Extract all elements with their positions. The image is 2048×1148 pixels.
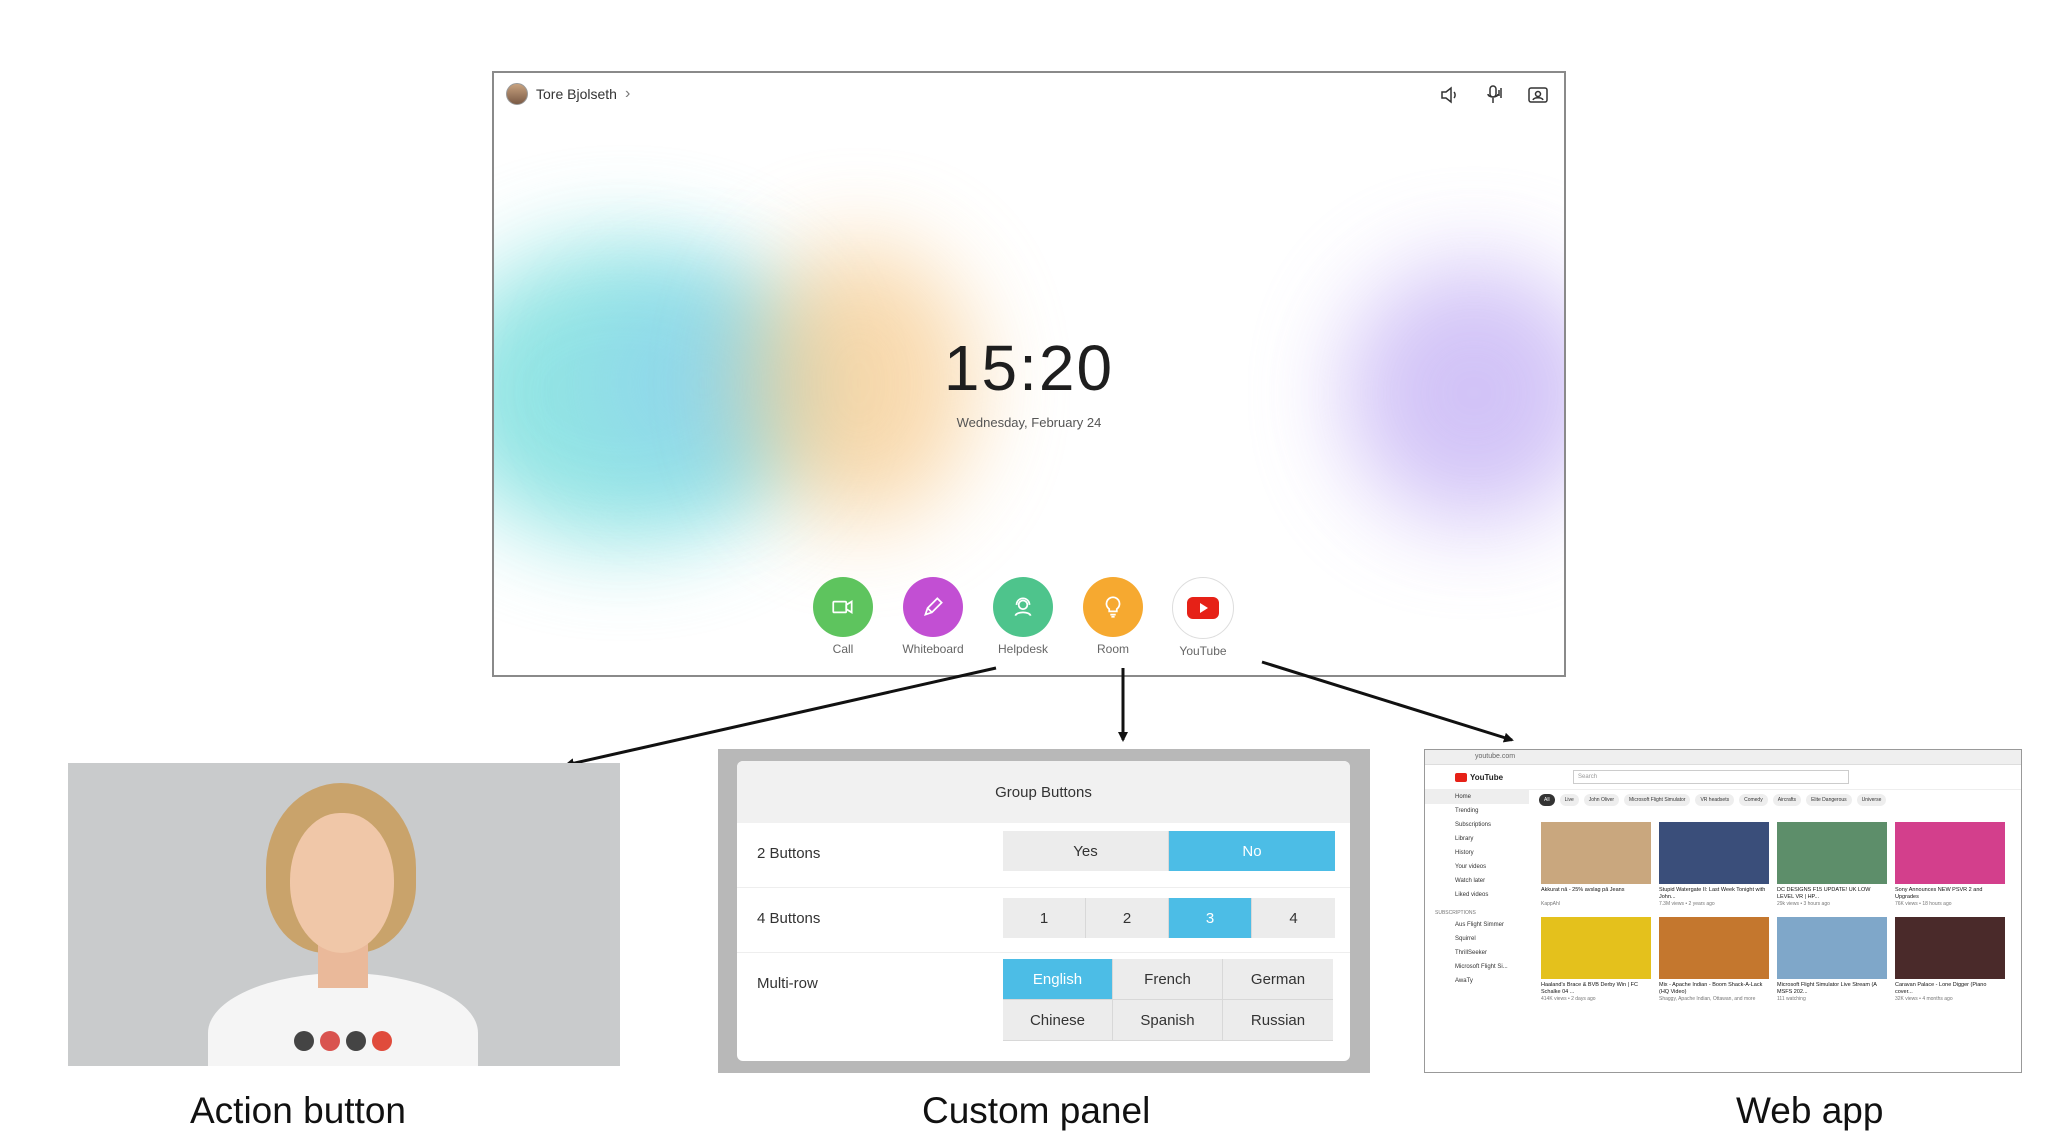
video-title[interactable]: DC DESIGNS F15 UPDATE! UK LOW LEVEL VR |… (1777, 887, 1887, 901)
video-title[interactable]: Akkurat nå - 25% avslag på Jeans (1541, 887, 1651, 901)
panel-row-multi-row: Multi-row English French German Chinese … (737, 955, 1350, 1061)
video-title[interactable]: Caravan Palace - Lone Digger (Piano cove… (1895, 982, 2005, 996)
video-card[interactable]: Haaland's Brace & BVB Derby Win | FC Sch… (1541, 917, 1651, 1002)
address-bar[interactable]: youtube.com (1425, 750, 2021, 765)
video-grid: Akkurat nå - 25% avslag på Jeans KappAhl S… (1541, 822, 2005, 1002)
subscription-item[interactable]: Aus Flight Simmer (1425, 918, 1529, 932)
button-spanish[interactable]: Spanish (1113, 1000, 1223, 1041)
row-label: 4 Buttons (757, 910, 821, 927)
video-meta: 111 watching (1777, 996, 1806, 1002)
chip[interactable]: VR headsets (1695, 794, 1735, 806)
video-thumbnail[interactable] (1659, 917, 1769, 979)
end-call-icon[interactable] (372, 1031, 392, 1051)
chip[interactable]: Aircrafts (1772, 794, 1802, 806)
youtube-sidebar: Home Trending Subscriptions Library Hist… (1425, 790, 1529, 1072)
row-label: Multi-row (757, 975, 818, 992)
panel-row-2-buttons: 2 Buttons Yes No (737, 823, 1350, 888)
button-1[interactable]: 1 (1003, 898, 1086, 938)
button-english[interactable]: English (1003, 959, 1113, 1000)
video-meta: Shaggy, Apache Indian, Ottawan, and more (1659, 996, 1756, 1002)
video-thumbnail[interactable] (1895, 917, 2005, 979)
video-thumbnail[interactable] (1777, 822, 1887, 884)
video-meta: 32K views • 4 months ago (1895, 996, 1953, 1002)
search-input[interactable]: Search (1573, 770, 1850, 784)
subscription-item[interactable]: Squirrel (1425, 932, 1529, 946)
volume-icon[interactable] (346, 1031, 366, 1051)
video-meta: 414K views • 2 days ago (1541, 996, 1596, 1002)
caption-custom-panel: Custom panel (922, 1090, 1151, 1131)
video-meta: 7.3M views • 2 years ago (1659, 901, 1715, 907)
person-face (290, 813, 394, 953)
video-thumbnail[interactable] (1777, 917, 1887, 979)
video-title[interactable]: Mix - Apache Indian - Boom Shack-A-Lack … (1659, 982, 1769, 996)
subscription-item[interactable]: ThrillSeeker (1425, 946, 1529, 960)
chip[interactable]: Microsoft Flight Simulator (1624, 794, 1691, 806)
video-meta: 76K views • 18 hours ago (1895, 901, 1952, 907)
arrow-to-web-app (1261, 660, 1514, 743)
caption-action-button: Action button (190, 1090, 406, 1131)
video-card[interactable]: Microsoft Flight Simulator Live Stream (… (1777, 917, 1887, 1002)
button-2[interactable]: 2 (1086, 898, 1169, 938)
chip[interactable]: Universe (1856, 794, 1887, 806)
caption-web-app: Web app (1736, 1090, 1884, 1131)
sidebar-item-your-videos[interactable]: Your videos (1425, 860, 1529, 874)
button-french[interactable]: French (1113, 959, 1223, 1000)
video-thumbnail[interactable] (1541, 822, 1651, 884)
video-title[interactable]: Microsoft Flight Simulator Live Stream (… (1777, 982, 1887, 996)
sidebar-item-trending[interactable]: Trending (1425, 804, 1529, 818)
video-thumbnail[interactable] (1659, 822, 1769, 884)
web-app-example: youtube.com YouTube Search Home Trending… (1424, 749, 2022, 1073)
sidebar-item-history[interactable]: History (1425, 846, 1529, 860)
video-title[interactable]: Sony Announces NEW PSVR 2 and Upgrades (1895, 887, 2005, 901)
panel-row-4-buttons: 4 Buttons 1 2 3 4 (737, 888, 1350, 953)
row-label: 2 Buttons (757, 845, 821, 862)
action-button-example (68, 763, 620, 1066)
video-card[interactable]: Sony Announces NEW PSVR 2 and Upgrades 76… (1895, 822, 2005, 907)
video-card[interactable]: Caravan Palace - Lone Digger (Piano cove… (1895, 917, 2005, 1002)
subscription-item[interactable]: Microsoft Flight Si... (1425, 960, 1529, 974)
call-controls (294, 1031, 392, 1051)
sidebar-item-watch-later[interactable]: Watch later (1425, 874, 1529, 888)
subscriptions-heading: SUBSCRIPTIONS (1435, 910, 1476, 916)
video-card[interactable]: Stupid Watergate II: Last Week Tonight w… (1659, 822, 1769, 907)
youtube-wordmark: YouTube (1470, 772, 1504, 782)
button-4[interactable]: 4 (1252, 898, 1335, 938)
video-thumbnail[interactable] (1895, 822, 2005, 884)
video-title[interactable]: Stupid Watergate II: Last Week Tonight w… (1659, 887, 1769, 901)
panel-title: Group Buttons (737, 761, 1350, 823)
button-yes[interactable]: Yes (1003, 831, 1169, 871)
sidebar-item-home[interactable]: Home (1425, 790, 1529, 804)
video-meta: 29k views • 3 hours ago (1777, 901, 1830, 907)
video-card[interactable]: DC DESIGNS F15 UPDATE! UK LOW LEVEL VR |… (1777, 822, 1887, 907)
video-meta: KappAhl (1541, 901, 1560, 907)
youtube-header: YouTube Search (1425, 765, 2021, 790)
filter-chips: All Live John Oliver Microsoft Flight Si… (1539, 794, 1887, 806)
youtube-logo-icon[interactable] (1455, 772, 1467, 782)
chip[interactable]: Comedy (1739, 794, 1768, 806)
button-no[interactable]: No (1169, 831, 1335, 871)
video-card[interactable]: Mix - Apache Indian - Boom Shack-A-Lack … (1659, 917, 1769, 1002)
chip[interactable]: Live (1559, 794, 1579, 806)
camera-off-icon[interactable] (320, 1031, 340, 1051)
video-card[interactable]: Akkurat nå - 25% avslag på Jeans KappAhl (1541, 822, 1651, 907)
chip[interactable]: John Oliver (1583, 794, 1620, 806)
video-title[interactable]: Haaland's Brace & BVB Derby Win | FC Sch… (1541, 982, 1651, 996)
chip[interactable]: All (1539, 794, 1555, 806)
subscription-item[interactable]: AwaTy (1425, 974, 1529, 988)
mute-icon[interactable] (294, 1031, 314, 1051)
custom-panel: Group Buttons 2 Buttons Yes No 4 Buttons… (737, 761, 1350, 1061)
sidebar-item-liked-videos[interactable]: Liked videos (1425, 888, 1529, 902)
button-3[interactable]: 3 (1169, 898, 1252, 938)
video-thumbnail[interactable] (1541, 917, 1651, 979)
button-russian[interactable]: Russian (1223, 1000, 1333, 1041)
sidebar-item-subscriptions[interactable]: Subscriptions (1425, 818, 1529, 832)
button-german[interactable]: German (1223, 959, 1333, 1000)
button-chinese[interactable]: Chinese (1003, 1000, 1113, 1041)
sidebar-item-library[interactable]: Library (1425, 832, 1529, 846)
chip[interactable]: Elite Dangerous (1806, 794, 1852, 806)
